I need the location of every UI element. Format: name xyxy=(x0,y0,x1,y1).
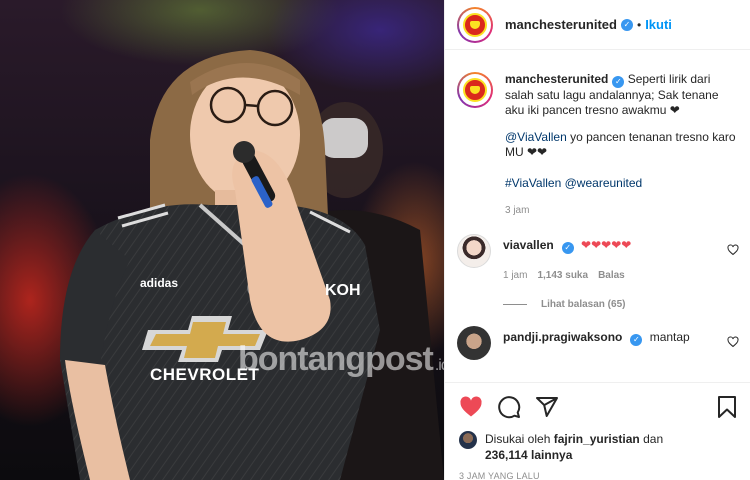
likes-summary: Disukai oleh fajrin_yuristian dan 236,11… xyxy=(459,431,739,463)
comment-likes[interactable]: 1,143 suka xyxy=(537,268,588,283)
commenter-username[interactable]: pandji.pragiwaksono xyxy=(503,330,622,344)
verified-icon: ✓ xyxy=(620,18,633,31)
bookmark-icon[interactable] xyxy=(715,395,739,419)
likes-count[interactable]: 236,114 lainnya xyxy=(485,448,572,462)
commenter-avatar[interactable] xyxy=(457,326,491,360)
caption-username[interactable]: manchesterunited xyxy=(505,72,608,86)
mu-crest-icon xyxy=(463,78,487,102)
hashtag-link[interactable]: #ViaVallen xyxy=(505,176,561,190)
heart-filled-icon[interactable] xyxy=(459,395,483,419)
comment-content: viavallen ✓ ❤❤❤❤❤ 1 jam 1,143 suka Balas … xyxy=(503,234,739,312)
comment-meta: 1 jam 1,143 suka Balas xyxy=(503,268,739,283)
comment-text: mantap xyxy=(649,330,690,344)
comment-content: pandji.pragiwaksono ✓ mantap xyxy=(503,326,739,346)
post-actions: Disukai oleh fajrin_yuristian dan 236,11… xyxy=(445,382,750,480)
separator-dot: • xyxy=(636,17,642,32)
posted-time: 3 JAM YANG LALU xyxy=(459,471,540,480)
liker-avatar[interactable] xyxy=(459,431,477,449)
watermark-text: bontangpost xyxy=(238,340,434,378)
verified-icon: ✓ xyxy=(630,334,643,346)
comment-like-heart-icon[interactable] xyxy=(727,336,739,348)
action-icons xyxy=(459,393,739,421)
author-username[interactable]: manchesterunited xyxy=(505,17,617,32)
jersey-brand-text: adidas xyxy=(140,276,179,290)
replies-divider xyxy=(503,304,527,305)
watermark-tld: .id xyxy=(434,357,444,374)
singer-illustration xyxy=(60,50,444,480)
watermark: bontangpost.id xyxy=(238,340,444,379)
commenter-username[interactable]: viavallen xyxy=(503,238,554,252)
post-sidebar: manchesterunited ✓ • Ikuti manchesteruni… xyxy=(444,0,750,480)
author-avatar[interactable] xyxy=(457,6,493,43)
mention-link-2[interactable]: @weareunited xyxy=(565,176,643,190)
caption-time: 3 jam xyxy=(505,205,530,216)
mention-link[interactable]: @ViaVallen xyxy=(505,130,567,144)
comment-icon[interactable] xyxy=(497,395,521,419)
likes-text: Disukai oleh fajrin_yuristian dan 236,11… xyxy=(485,431,663,463)
caption-text-block: manchesterunited ✓ Seperti lirik dari sal… xyxy=(505,72,739,218)
comment-time: 1 jam xyxy=(503,270,528,281)
mu-crest-icon xyxy=(463,12,487,37)
commenter-avatar[interactable] xyxy=(457,234,491,268)
caption-avatar[interactable] xyxy=(457,72,493,108)
view-replies-label[interactable]: Lihat balasan (65) xyxy=(541,297,625,312)
comment-text: ❤❤❤❤❤ xyxy=(581,238,632,252)
view-replies[interactable]: Lihat balasan (65) xyxy=(503,297,739,312)
verified-icon: ✓ xyxy=(561,242,574,254)
reply-button[interactable]: Balas xyxy=(598,268,625,283)
comment-like-heart-icon[interactable] xyxy=(727,244,739,256)
verified-icon: ✓ xyxy=(612,76,625,88)
comment-item: viavallen ✓ ❤❤❤❤❤ 1 jam 1,143 suka Balas … xyxy=(457,234,739,312)
jersey-sleeve-text: KOH xyxy=(325,282,361,299)
comments-section[interactable]: manchesterunited ✓ Seperti lirik dari sal… xyxy=(445,60,750,382)
post-photo[interactable]: adidas CHEVROLET KOH bontangpost.id xyxy=(0,0,444,480)
caption: manchesterunited ✓ Seperti lirik dari sal… xyxy=(457,72,739,218)
likes-middle: dan xyxy=(643,432,664,446)
likes-prefix: Disukai oleh xyxy=(485,432,551,446)
share-icon[interactable] xyxy=(535,395,559,419)
follow-button[interactable]: Ikuti xyxy=(645,17,672,32)
comment-item: pandji.pragiwaksono ✓ mantap xyxy=(457,326,739,360)
liker-username[interactable]: fajrin_yuristian xyxy=(554,432,640,446)
post-header: manchesterunited ✓ • Ikuti xyxy=(445,0,750,50)
